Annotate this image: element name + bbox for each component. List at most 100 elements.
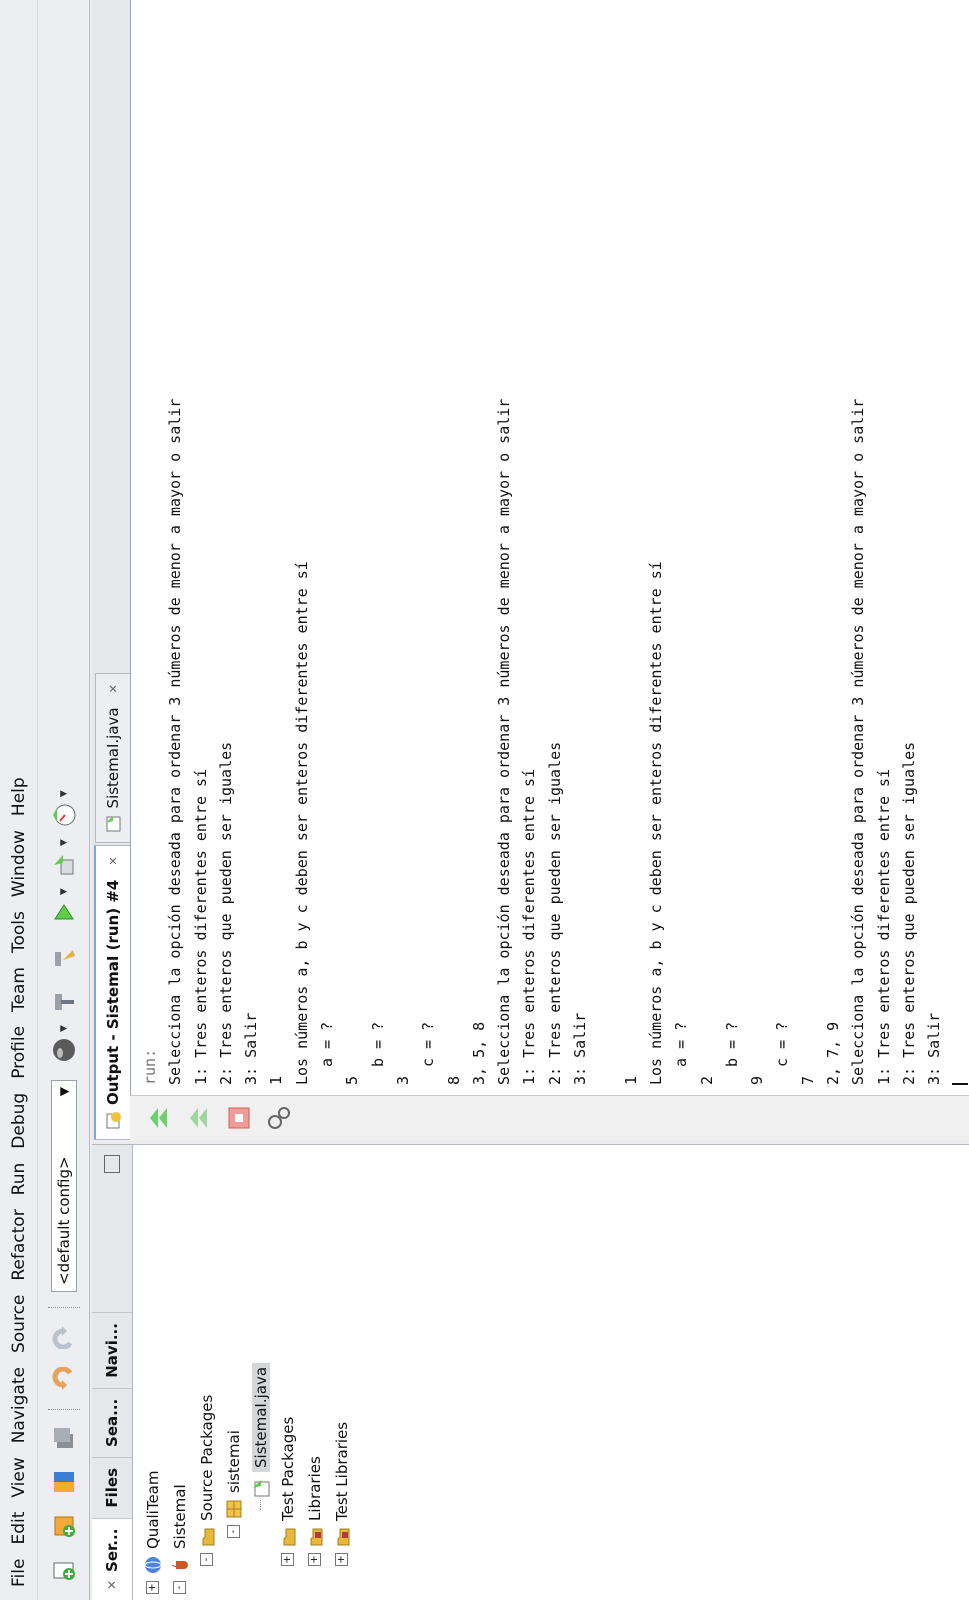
tree-node-label: sistemai <box>224 1430 243 1493</box>
tree-node[interactable]: + Test Libraries <box>328 1145 355 1600</box>
tree-node[interactable]: SistemaI.java <box>247 1145 274 1600</box>
menu-tools[interactable]: Tools <box>9 904 29 960</box>
rerun-button[interactable] <box>142 1101 176 1135</box>
tree-node[interactable]: - Source Packages <box>193 1145 220 1600</box>
console-line: 3: Salir <box>571 1012 590 1085</box>
expand-icon[interactable]: + <box>281 1553 294 1566</box>
folder-icon <box>197 1527 217 1547</box>
java-file-icon <box>106 816 121 832</box>
menu-debug[interactable]: Debug <box>9 1086 29 1156</box>
save-all-icon <box>53 1428 73 1448</box>
rerun-icon <box>150 1108 167 1128</box>
chevron-down-icon: ▼ <box>56 1087 71 1097</box>
menu-view[interactable]: View <box>9 1450 29 1504</box>
collapse-icon[interactable]: - <box>227 1525 240 1538</box>
console-line: 3: Salir <box>242 1012 261 1085</box>
tree-node[interactable]: - SistemaI <box>166 1145 193 1600</box>
expand-icon[interactable]: + <box>146 1581 159 1594</box>
console-line: 1: Tres enteros diferentes entre sí <box>191 768 210 1085</box>
console-line: 3, 5, 8 <box>469 1021 488 1085</box>
collapse-icon[interactable]: - <box>200 1553 213 1566</box>
expand-icon[interactable]: + <box>335 1553 348 1566</box>
redo-button[interactable] <box>47 1319 81 1353</box>
console-line: a = ? <box>318 1021 337 1085</box>
clean-build-button[interactable] <box>47 940 81 974</box>
tab-files[interactable]: Files <box>92 1456 132 1518</box>
menu-source[interactable]: Source <box>9 1288 29 1360</box>
output-actions <box>130 1095 969 1140</box>
expand-icon[interactable]: + <box>308 1553 321 1566</box>
minimize-button[interactable] <box>104 1155 120 1173</box>
dropdown-arrow-icon[interactable]: ▼ <box>59 1025 69 1032</box>
tab-services[interactable]: ✕ Ser... <box>92 1517 132 1600</box>
rerun-params-icon <box>190 1108 207 1128</box>
tab-sistemai-java[interactable]: SistemaI.java ✕ <box>95 673 130 844</box>
play-icon <box>53 904 74 920</box>
save-all-button[interactable] <box>47 1421 81 1455</box>
new-file-button[interactable] <box>47 1553 81 1587</box>
projects-panel-tabs: ✕ Ser... Files Sea... Navi... <box>92 1145 133 1600</box>
tab-label: Sea... <box>103 1398 121 1447</box>
settings-button[interactable] <box>262 1101 296 1135</box>
collapse-icon[interactable]: - <box>173 1581 186 1594</box>
menu-profile[interactable]: Profile <box>9 1019 29 1086</box>
project-tree: + QualiTeam - SistemaI - Source Packages - sist… <box>133 1145 355 1600</box>
tree-node-label: SistemaI.java <box>251 1362 270 1472</box>
config-select[interactable]: <default config> ▼ <box>50 1080 77 1292</box>
profile-gauge-icon <box>52 804 75 826</box>
menu-refactor[interactable]: Refactor <box>9 1202 29 1287</box>
output-icon <box>106 1112 121 1129</box>
console-line: 2: Tres enteros que pueden ser iguales <box>545 741 564 1085</box>
dropdown-arrow-icon[interactable]: ▼ <box>59 888 69 895</box>
console-line: a = ? <box>672 1021 691 1085</box>
dropdown-arrow-icon[interactable]: ▼ <box>59 790 69 797</box>
open-project-button[interactable] <box>47 1465 81 1499</box>
tree-node[interactable]: + QualiTeam <box>139 1145 166 1600</box>
menu-navigate[interactable]: Navigate <box>9 1360 29 1450</box>
console-output[interactable]: run: Selecciona la opción deseada para or… <box>130 399 969 1095</box>
console-line: 1: Tres enteros diferentes entre sí <box>520 768 539 1085</box>
tab-output[interactable]: Output - SistemaI (run) #4 ✕ <box>94 845 130 1140</box>
output-panel: Output - SistemaI (run) #4 ✕ SistemaI.ja… <box>92 0 969 1140</box>
build-button[interactable] <box>47 984 81 1018</box>
menu-window[interactable]: Window <box>9 823 29 904</box>
menu-run[interactable]: Run <box>9 1156 29 1203</box>
toolbar: <default config> ▼ ▼ ▼ ▼ ▼ <box>38 0 90 1600</box>
menu-edit[interactable]: Edit <box>9 1505 29 1552</box>
console-line: 3 <box>393 1075 412 1085</box>
debug-button[interactable] <box>47 847 81 881</box>
console-line: Selecciona la opción deseada para ordena… <box>849 398 868 1085</box>
dropdown-arrow-icon[interactable]: ▼ <box>59 839 69 846</box>
tab-navigator[interactable]: Navi... <box>92 1312 132 1388</box>
output-body: run: Selecciona la opción deseada para or… <box>130 0 969 1140</box>
menu-team[interactable]: Team <box>9 960 29 1019</box>
close-icon[interactable]: ✕ <box>105 1580 119 1590</box>
menu-file[interactable]: File <box>9 1552 29 1594</box>
close-icon[interactable]: ✕ <box>107 684 120 693</box>
console-line: Los números a, b y c deben ser enteros d… <box>292 561 311 1085</box>
undo-button[interactable] <box>47 1363 81 1397</box>
new-project-icon <box>54 1516 75 1537</box>
java-project-icon <box>170 1555 190 1575</box>
new-project-button[interactable] <box>47 1509 81 1543</box>
menu-bar: File Edit View Navigate Source Refactor Run Deb… <box>0 0 38 1600</box>
console-input-line[interactable] <box>948 399 969 1085</box>
redo-icon <box>52 1326 72 1349</box>
stop-button[interactable] <box>222 1101 256 1135</box>
tree-node[interactable]: + Test Packages <box>274 1145 301 1600</box>
tree-node[interactable]: - sistemai <box>220 1145 247 1600</box>
close-icon[interactable]: ✕ <box>107 856 120 865</box>
tab-search[interactable]: Sea... <box>92 1387 132 1457</box>
profile-button[interactable] <box>47 798 81 832</box>
tree-node[interactable]: + Libraries <box>301 1145 328 1600</box>
menu-help[interactable]: Help <box>9 770 29 823</box>
rerun-with-params-button[interactable] <box>182 1101 216 1135</box>
globe-button[interactable] <box>47 1033 81 1067</box>
run-button[interactable] <box>47 896 81 930</box>
broom-hammer-icon <box>54 950 75 967</box>
console-line: 2: Tres enteros que pueden ser iguales <box>899 741 918 1085</box>
console-line: 2 <box>697 1075 716 1085</box>
console-line: 1 <box>621 1075 640 1085</box>
tab-label: Output - SistemaI (run) #4 <box>104 879 122 1105</box>
